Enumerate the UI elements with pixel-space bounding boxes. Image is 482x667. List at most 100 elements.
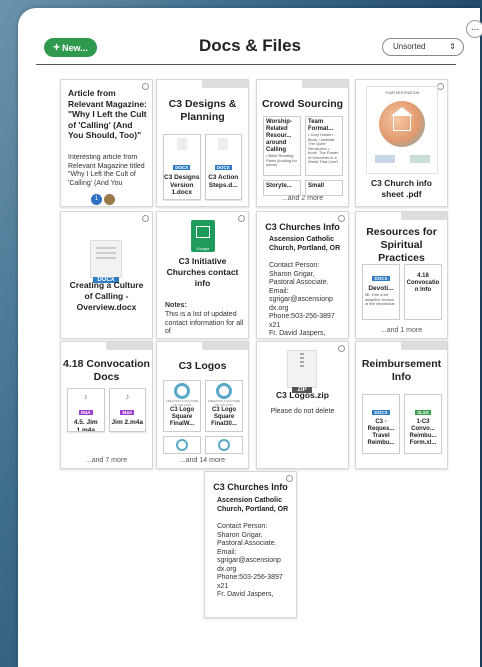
doc-icon xyxy=(218,138,229,150)
file-tile[interactable] xyxy=(205,436,243,454)
audio-icon: ♪ xyxy=(83,392,88,401)
file-sub: • Cory Holden - Book • website: The Quie… xyxy=(308,132,339,164)
detail-line: Pastoral Associate. xyxy=(217,540,277,547)
detail-line: Pastoral Associate. xyxy=(269,279,329,286)
card-churches-info-2[interactable]: C3 Churches Info Ascension Catholic Chur… xyxy=(204,471,297,618)
logo-tagline: CREATING A CULTURE OF CALLING xyxy=(165,399,199,407)
file-label: Devoti... xyxy=(368,285,394,292)
card-resources[interactable]: Resources for Spiritual Practices DOCX D… xyxy=(355,211,448,339)
file-tile[interactable] xyxy=(163,436,201,454)
card-title: Reimbursement Info xyxy=(361,358,442,383)
card-title: C3 Designs & Planning xyxy=(168,98,237,123)
detail-line: Sharon Grigar, xyxy=(217,531,263,539)
participants: 1 xyxy=(91,191,116,206)
card-culture-overview[interactable]: DOCX Creating a Culture of Calling - Ove… xyxy=(60,211,153,339)
chevron-updown-icon: ⇕ xyxy=(449,42,456,51)
church-details: Contact Person: Sharon Grigar, Pastoral … xyxy=(217,523,293,617)
file-tile[interactable]: DOCX C3 Action Steps.d... xyxy=(204,134,242,200)
detail-line: Fr. David Jaspers, xyxy=(217,591,274,598)
logo-tagline: CREATING A CULTURE OF CALLING xyxy=(207,399,241,407)
options-dot[interactable]: ... xyxy=(466,20,482,38)
card-logos-zip[interactable]: ZIP C3 Logos.zip Please do not delete xyxy=(256,341,349,469)
detail-line: dx.org xyxy=(217,565,237,573)
avatar xyxy=(104,194,116,206)
file-badge: DOCX xyxy=(214,165,232,170)
file-badge: XLSX xyxy=(415,410,431,415)
card-convocation-docs[interactable]: 4.18 Convocation Docs ♪ M4A 4.5. Jim 1.m… xyxy=(60,341,153,469)
select-dot[interactable] xyxy=(437,83,444,90)
card-reimbursement[interactable]: Reimbursement Info DOCX C3 - Reques... T… xyxy=(355,341,448,469)
c3-logo-icon xyxy=(216,383,232,399)
more-link[interactable]: ...and 2 more xyxy=(257,195,348,202)
file-tile[interactable]: Small xyxy=(305,180,343,196)
church-details: Contact Person: Sharon Grigar, Pastoral … xyxy=(269,262,345,338)
file-label: C3 Designs Version 1.docx xyxy=(164,174,200,196)
file-label: 4.18 Convocatio n Info xyxy=(406,273,440,293)
file-badge: DOCX xyxy=(372,276,390,281)
detail-line: Email: xyxy=(217,548,237,556)
file-tile[interactable]: Storyte... xyxy=(263,180,301,196)
folder-tab xyxy=(401,342,447,350)
file-tile[interactable]: Team Format... • Cory Holden - Book • we… xyxy=(305,116,343,176)
card-title: C3 Churches Info xyxy=(213,482,288,492)
card-title: Crowd Sourcing xyxy=(261,98,344,110)
sort-select[interactable]: Unsorted ⇕ xyxy=(382,38,464,56)
file-badge: DOCX xyxy=(173,165,191,170)
select-dot[interactable] xyxy=(142,215,149,222)
notes-text: This is a list of updated contact inform… xyxy=(165,311,244,335)
detail-line: Phone:503-256-3897 xyxy=(269,313,335,320)
detail-line: Contact Person: xyxy=(217,523,268,530)
card-church-info-sheet[interactable]: YOUR DESTINATION C3 Church info sheet .p… xyxy=(355,79,448,207)
select-dot[interactable] xyxy=(338,215,345,222)
detail-line: dx.org xyxy=(269,304,289,312)
more-link[interactable]: ...and 14 more xyxy=(157,457,248,464)
c3-logo-icon xyxy=(176,439,188,451)
card-c3-designs[interactable]: C3 Designs & Planning DOCX C3 Designs Ve… xyxy=(156,79,249,207)
file-badge: M4A xyxy=(120,410,134,415)
card-title: C3 Church info sheet .pdf xyxy=(371,178,432,199)
select-dot[interactable] xyxy=(286,475,293,482)
card-title: C3 Logos.zip xyxy=(276,390,329,400)
file-label: Small xyxy=(308,183,325,189)
card-article[interactable]: Article from Relevant Magazine: "Why I L… xyxy=(60,79,153,207)
card-title: C3 Initiative Churches contact info xyxy=(166,256,239,288)
file-tile[interactable]: ♪ M4A Jim 2.m4a xyxy=(108,388,146,432)
file-tile[interactable]: XLSX 1-C3 Convo... Reimbu... Form.xl... xyxy=(404,394,442,454)
detail-line: x21 xyxy=(269,321,281,329)
file-label: Team Format... xyxy=(308,119,334,132)
file-tile[interactable]: ♪ M4A 4.5. Jim 1.m4a xyxy=(67,388,105,432)
detail-line: Contact Person: xyxy=(269,262,320,269)
file-tile[interactable]: Worship-Related Resour... around Calling… xyxy=(263,116,301,176)
logo-mark xyxy=(409,155,430,163)
card-title: C3 Logos xyxy=(178,360,227,372)
card-c3-logos[interactable]: C3 Logos CREATING A CULTURE OF CALLING C… xyxy=(156,341,249,469)
file-previews: ♪ M4A 4.5. Jim 1.m4a ♪ M4A Jim 2.m4a xyxy=(67,388,146,432)
card-churches-info[interactable]: C3 Churches Info Ascension Catholic Chur… xyxy=(256,211,349,339)
roof-shape xyxy=(391,107,413,116)
file-tile[interactable]: CREATING A CULTURE OF CALLING C3 Logo Sq… xyxy=(205,380,243,432)
count-badge: 1 xyxy=(91,194,102,206)
card-initiative-contacts[interactable]: Google C3 Initiative Churches contact in… xyxy=(156,211,249,339)
select-dot[interactable] xyxy=(338,345,345,352)
folder-tab xyxy=(302,80,348,88)
folder-tab xyxy=(106,342,152,350)
file-tile[interactable]: 4.18 Convocatio n Info xyxy=(404,264,442,320)
detail-line: Phone:503-256-3897 xyxy=(217,574,283,581)
file-tile[interactable]: DOCX C3 Designs Version 1.docx xyxy=(163,134,201,200)
card-title: Resources for Spiritual Practices xyxy=(366,226,437,264)
card-crowd-sourcing[interactable]: Crowd Sourcing Worship-Related Resour...… xyxy=(256,79,349,207)
c3-logo-icon xyxy=(218,439,230,451)
file-label: C3 - Reques... Travel Reimbu... xyxy=(367,419,395,446)
file-tile[interactable]: CREATING A CULTURE OF CALLING C3 Logo Sq… xyxy=(163,380,201,432)
sort-value: Unsorted xyxy=(393,42,426,51)
c3-logo-icon xyxy=(174,383,190,399)
select-dot[interactable] xyxy=(238,215,245,222)
poster-logos xyxy=(367,155,437,163)
file-tile[interactable]: DOCX C3 - Reques... Travel Reimbu... xyxy=(362,394,400,454)
more-link[interactable]: ...and 1 more xyxy=(356,327,447,334)
file-tile[interactable]: DOCX Devoti... Mr. Grin a bit adaptive v… xyxy=(362,264,400,320)
more-link[interactable]: ...and 7 more xyxy=(61,457,152,464)
file-sub: • Bible Reading Plans (looking for some) xyxy=(266,153,297,167)
detail-line: sgrigar@ascensionp xyxy=(269,296,333,303)
audio-icon: ♪ xyxy=(125,392,130,401)
